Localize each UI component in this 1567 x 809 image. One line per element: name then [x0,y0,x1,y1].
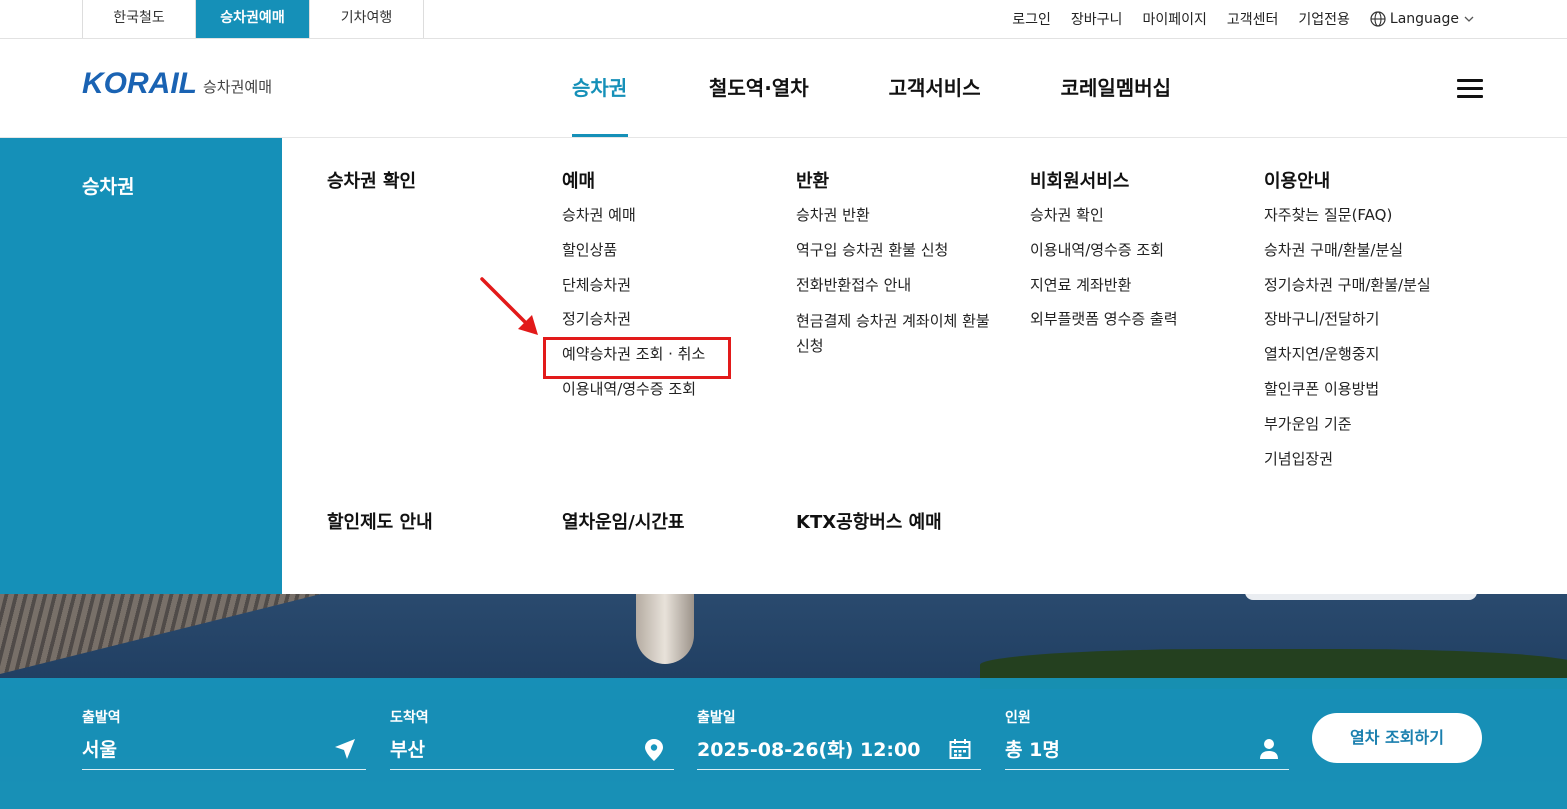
menu-heading-airport-bus[interactable]: KTX공항버스 예매 [796,511,942,535]
menu-item-ticket-refund[interactable]: 승차권 반환 [796,205,1006,225]
passengers-field[interactable]: 인원 총 1명 [1005,708,1289,770]
site-tabs: 한국철도 승차권예매 기차여행 [82,0,424,38]
customer-center-link[interactable]: 고객센터 [1227,9,1279,29]
mega-menu: 승차권 승차권 확인 예매 승차권 예매 할인상품 단체승차권 정기승차권 예약… [0,138,1567,594]
menu-item-phone-refund-guide[interactable]: 전화반환접수 안내 [796,275,1006,295]
menu-column-guest-service: 비회원서비스 승차권 확인 이용내역/영수증 조회 지연료 계좌반환 외부플랫폼… [1030,170,1178,344]
menu-item-discount-products[interactable]: 할인상품 [562,240,705,260]
menu-item-ticket-reservation[interactable]: 승차권 예매 [562,205,705,225]
train-search-bar: 출발역 서울 도착역 부산 출발일 2025-08-26(화) 12:00 인원… [0,678,1567,809]
korail-logo[interactable]: KORAIL 승차권예매 [82,69,272,99]
menu-item-history-receipt[interactable]: 이용내역/영수증 조회 [562,379,705,399]
utility-links: 로그인 장바구니 마이페이지 고객센터 기업전용 Language [1012,0,1475,38]
departure-label: 출발역 [82,710,121,726]
menu-heading-usage-guide[interactable]: 이용안내 [1264,170,1431,194]
date-field[interactable]: 출발일 2025-08-26(화) 12:00 [697,708,981,770]
menu-heading-discount-guide[interactable]: 할인제도 안내 [327,511,433,535]
menu-item-commemorative-ticket[interactable]: 기념입장권 [1264,449,1431,469]
menu-heading-fare-timetable[interactable]: 열차운임/시간표 [562,511,685,535]
cart-link[interactable]: 장바구니 [1071,9,1123,29]
menu-item-season-purchase-refund-lost[interactable]: 정기승차권 구매/환불/분실 [1264,275,1431,295]
mega-menu-side-title: 승차권 [82,176,135,198]
departure-field[interactable]: 출발역 서울 [82,708,366,770]
login-link[interactable]: 로그인 [1012,9,1051,29]
nav-station-train[interactable]: 철도역·열차 [709,39,809,137]
menu-item-delay-fee-refund[interactable]: 지연료 계좌반환 [1030,275,1178,295]
main-header: KORAIL 승차권예매 승차권 철도역·열차 고객서비스 코레일멤버십 [0,39,1567,138]
bridge-pillar-image [636,594,694,664]
passengers-label: 인원 [1005,710,1031,726]
menu-item-guest-ticket-check[interactable]: 승차권 확인 [1030,205,1178,225]
utility-bar: 한국철도 승차권예매 기차여행 로그인 장바구니 마이페이지 고객센터 기업전용… [0,0,1567,39]
nav-membership[interactable]: 코레일멤버십 [1061,39,1171,137]
search-trains-button[interactable]: 열차 조회하기 [1312,713,1482,763]
language-selector[interactable]: Language [1370,11,1475,27]
tab-train-travel[interactable]: 기차여행 [310,0,424,38]
globe-icon [1370,11,1386,27]
menu-column-discount-guide: 할인제도 안내 [327,511,433,535]
red-arrow-icon [478,275,540,341]
logo-wordmark: KORAIL [82,67,197,100]
departure-value: 서울 [82,739,117,761]
person-icon[interactable] [1259,738,1279,764]
tab-ticket-reservation[interactable]: 승차권예매 [196,0,310,38]
menu-item-faq[interactable]: 자주찾는 질문(FAQ) [1264,205,1431,225]
menu-icon[interactable] [1457,79,1483,99]
menu-item-guest-history-receipt[interactable]: 이용내역/영수증 조회 [1030,240,1178,260]
menu-heading-refund[interactable]: 반환 [796,170,1006,194]
arrival-label: 도착역 [390,710,429,726]
menu-heading-guest-service[interactable]: 비회원서비스 [1030,170,1178,194]
date-label: 출발일 [697,710,736,726]
menu-item-cart-transfer[interactable]: 장바구니/전달하기 [1264,309,1431,329]
bridge-image [0,594,660,684]
calendar-icon[interactable] [949,738,971,764]
highlight-box [543,337,731,379]
date-value: 2025-08-26(화) 12:00 [697,739,921,761]
menu-column-usage-guide: 이용안내 자주찾는 질문(FAQ) 승차권 구매/환불/분실 정기승차권 구매/… [1264,170,1431,483]
menu-item-delay-suspension[interactable]: 열차지연/운행중지 [1264,344,1431,364]
passengers-value: 총 1명 [1005,739,1060,761]
menu-column-refund: 반환 승차권 반환 역구입 승차권 환불 신청 전화반환접수 안내 현금결제 승… [796,170,1006,374]
logo-subtitle: 승차권예매 [203,78,273,96]
menu-item-external-receipt[interactable]: 외부플랫폼 영수증 출력 [1030,309,1178,329]
arrival-value: 부산 [390,739,425,761]
menu-item-coupon-usage[interactable]: 할인쿠폰 이용방법 [1264,379,1431,399]
menu-item-station-refund-request[interactable]: 역구입 승차권 환불 신청 [796,240,1006,260]
nav-customer-service[interactable]: 고객서비스 [889,39,981,137]
menu-item-cash-refund-transfer[interactable]: 현금결제 승차권 계좌이체 환불 신청 [796,309,1006,359]
mypage-link[interactable]: 마이페이지 [1142,9,1206,29]
menu-item-group-ticket[interactable]: 단체승차권 [562,275,705,295]
menu-item-purchase-refund-lost[interactable]: 승차권 구매/환불/분실 [1264,240,1431,260]
navigation-arrow-icon[interactable] [334,738,356,764]
menu-heading-reservation[interactable]: 예매 [562,170,705,194]
menu-heading-ticket-check[interactable]: 승차권 확인 [327,170,416,194]
nav-ticket[interactable]: 승차권 [572,39,628,137]
menu-item-surcharge-criteria[interactable]: 부가운임 기준 [1264,414,1431,434]
tab-korail[interactable]: 한국철도 [83,0,196,38]
menu-column-airport-bus: KTX공항버스 예매 [796,511,942,535]
menu-item-season-ticket[interactable]: 정기승차권 [562,309,705,329]
language-label: Language [1389,11,1459,27]
menu-column-ticket-check: 승차권 확인 [327,170,416,194]
menu-column-fare-timetable: 열차운임/시간표 [562,511,685,535]
location-pin-icon[interactable] [644,738,664,766]
mega-menu-side: 승차권 [0,138,282,594]
hidden-panel-edge [1245,594,1477,600]
chevron-down-icon [1463,14,1475,24]
arrival-field[interactable]: 도착역 부산 [390,708,674,770]
global-nav: 승차권 철도역·열차 고객서비스 코레일멤버십 [572,39,1171,137]
corporate-link[interactable]: 기업전용 [1298,9,1350,29]
